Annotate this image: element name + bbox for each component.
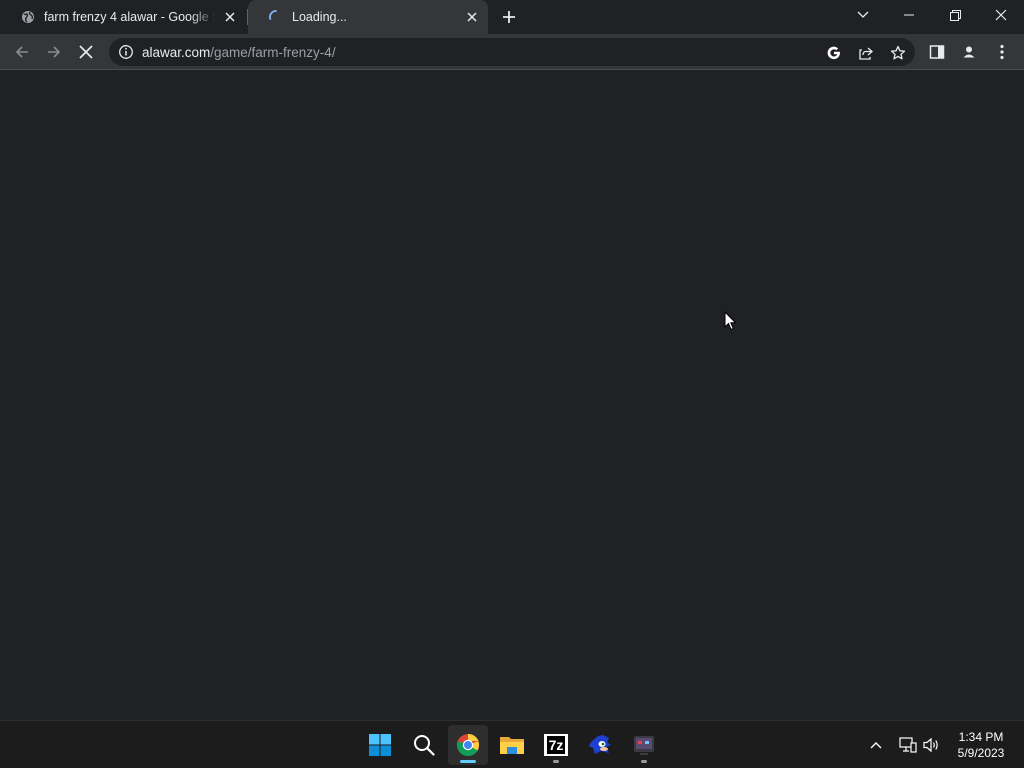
back-arrow-icon bbox=[15, 46, 28, 58]
7zip-label: 7z bbox=[546, 736, 566, 754]
tab-strip: farm frenzy 4 alawar - Google Se Loading… bbox=[0, 0, 1024, 34]
folder-icon bbox=[500, 737, 524, 754]
running-indicator bbox=[553, 760, 559, 763]
loading-spinner-icon bbox=[268, 9, 284, 25]
chrome-menu-button[interactable] bbox=[988, 38, 1016, 66]
address-bar[interactable]: alawar.com/game/farm-frenzy-4/ bbox=[109, 38, 915, 66]
tab-search-button[interactable] bbox=[840, 0, 886, 30]
tab-title: farm frenzy 4 alawar - Google Se bbox=[44, 10, 216, 24]
forward-arrow-icon bbox=[48, 46, 61, 58]
minimize-button[interactable] bbox=[886, 0, 932, 30]
browser-toolbar: alawar.com/game/farm-frenzy-4/ bbox=[0, 34, 1024, 70]
start-button[interactable] bbox=[360, 725, 400, 765]
taskbar-7zip[interactable]: 7z bbox=[536, 725, 576, 765]
mouse-cursor-icon bbox=[724, 311, 737, 331]
taskbar-clock[interactable]: 1:34 PM 5/9/2023 bbox=[948, 729, 1014, 761]
google-lens-icon[interactable] bbox=[823, 42, 845, 64]
show-hidden-icons-button[interactable] bbox=[864, 733, 888, 757]
site-info-icon[interactable] bbox=[118, 44, 134, 60]
side-panel-button[interactable] bbox=[923, 38, 951, 66]
minimize-icon bbox=[904, 14, 914, 16]
game-app-icon bbox=[634, 736, 654, 755]
taskbar-search-button[interactable] bbox=[404, 725, 444, 765]
7zip-icon: 7z bbox=[544, 734, 568, 756]
chevron-down-icon bbox=[857, 11, 869, 18]
page-content[interactable] bbox=[0, 71, 1024, 719]
taskbar-file-explorer[interactable] bbox=[492, 725, 532, 765]
tab-loading[interactable]: Loading... bbox=[248, 0, 488, 34]
close-window-button[interactable] bbox=[978, 0, 1024, 30]
more-vert-icon bbox=[1000, 44, 1004, 60]
globe-icon bbox=[20, 9, 36, 25]
chevron-up-icon bbox=[870, 742, 882, 749]
share-icon[interactable] bbox=[855, 42, 877, 64]
back-button[interactable] bbox=[8, 38, 36, 66]
tab-google-search[interactable]: farm frenzy 4 alawar - Google Se bbox=[0, 0, 246, 34]
profile-avatar-icon bbox=[960, 43, 978, 61]
network-icon[interactable] bbox=[896, 733, 920, 757]
side-panel-icon bbox=[929, 45, 945, 59]
url-host: alawar.com bbox=[142, 45, 211, 60]
taskbar-game-app[interactable] bbox=[624, 725, 664, 765]
bookmark-star-icon[interactable] bbox=[887, 42, 909, 64]
stop-loading-button[interactable] bbox=[72, 38, 100, 66]
url-path: /game/farm-frenzy-4/ bbox=[210, 45, 336, 60]
taskbar-chrome[interactable] bbox=[448, 725, 488, 765]
sonic-icon bbox=[589, 735, 611, 754]
clock-date: 5/9/2023 bbox=[957, 746, 1005, 760]
new-tab-button[interactable] bbox=[497, 5, 521, 29]
active-indicator bbox=[460, 760, 476, 763]
chrome-icon bbox=[456, 733, 479, 756]
restore-button[interactable] bbox=[932, 0, 978, 30]
close-tab-icon[interactable] bbox=[462, 7, 482, 27]
close-tab-icon[interactable] bbox=[220, 7, 240, 27]
restore-icon bbox=[949, 9, 961, 21]
search-icon bbox=[414, 735, 435, 756]
windows-taskbar: 7z 1:34 PM 5/9/2023 bbox=[0, 720, 1024, 768]
close-icon bbox=[995, 9, 1007, 21]
taskbar-sonic[interactable] bbox=[580, 725, 620, 765]
stop-icon bbox=[79, 45, 93, 59]
forward-button[interactable] bbox=[40, 38, 68, 66]
tab-title: Loading... bbox=[292, 10, 347, 24]
plus-icon bbox=[503, 11, 515, 23]
clock-time: 1:34 PM bbox=[958, 730, 1004, 744]
profile-button[interactable] bbox=[955, 38, 983, 66]
volume-icon[interactable] bbox=[920, 733, 944, 757]
windows-start-icon bbox=[369, 734, 391, 756]
running-indicator bbox=[641, 760, 647, 763]
url-text[interactable]: alawar.com/game/farm-frenzy-4/ bbox=[142, 45, 336, 60]
